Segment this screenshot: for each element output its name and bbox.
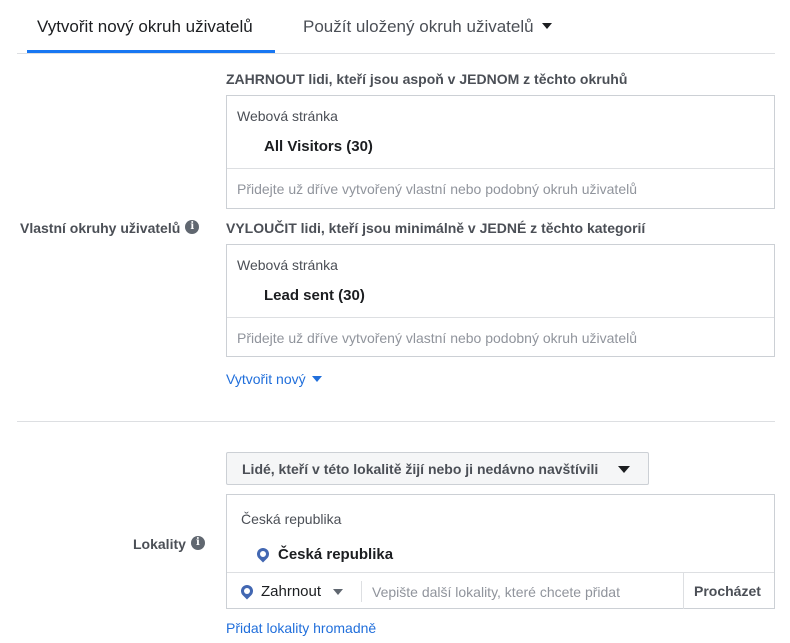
exclude-audience-input[interactable]: Přidejte už dříve vytvořený vlastní nebo… [237,330,637,346]
custom-audiences-label-text: Vlastní okruhy uživatelů [20,220,181,236]
browse-button[interactable]: Procházet [683,573,761,609]
location-input-row: Zahrnout Vepište další lokality, které c… [227,572,774,609]
bulk-add-locations-link[interactable]: Přidat lokality hromadně [226,620,376,636]
exclude-heading: VYLOUČIT lidi, kteří jsou minimálně v JE… [226,220,646,236]
exclude-group-label: Webová stránka [237,257,338,273]
include-heading: ZAHRNOUT lidi, kteří jsou aspoň v JEDNOM… [226,71,628,87]
custom-audiences-label: Vlastní okruhy uživatelů i [20,220,200,236]
create-new-button[interactable]: Vytvořit nový [226,371,322,387]
exclude-audience-item[interactable]: Lead sent (30) [264,287,365,304]
location-pin-icon [238,582,256,600]
include-group-label: Webová stránka [237,108,338,124]
selected-location[interactable]: Česká republika [254,545,394,563]
locations-label: Lokality i [133,536,205,552]
caret-down-icon [311,376,322,383]
info-icon[interactable]: i [190,536,205,551]
selected-location-label: Česká republika [278,546,394,563]
include-mode-dropdown[interactable]: Zahrnout [238,582,344,600]
box-divider [227,168,774,169]
location-filter-label: Lidé, kteří v této lokalitě žijí nebo ji… [242,461,599,477]
tabs-divider [17,53,775,54]
tab-create-new-audience[interactable]: Vytvořit nový okruh uživatelů [37,17,253,37]
caret-down-icon [541,22,552,29]
location-group-label: Česká republika [241,511,342,527]
caret-down-icon [333,589,344,596]
tab-use-saved-audience[interactable]: Použít uložený okruh uživatelů [303,17,552,37]
tab-use-saved-audience-label: Použít uložený okruh uživatelů [303,17,534,36]
locations-label-text: Lokality [133,536,186,552]
box-divider [227,317,774,318]
location-pin-icon [254,545,272,563]
exclude-audience-box: Webová stránka Lead sent (30) Přidejte u… [226,244,775,357]
locations-box: Česká republika Česká republika Zahrnout… [226,494,775,609]
location-filter-dropdown[interactable]: Lidé, kteří v této lokalitě žijí nebo ji… [226,452,649,485]
include-mode-label: Zahrnout [261,583,322,600]
info-icon[interactable]: i [185,220,200,235]
audience-tabs: Vytvořit nový okruh uživatelů Použít ulo… [0,0,790,55]
divider [361,581,362,602]
create-new-label: Vytvořit nový [226,371,306,387]
location-search-input[interactable]: Vepište další lokality, které chcete při… [372,584,620,600]
include-audience-box: Webová stránka All Visitors (30) Přidejt… [226,95,775,209]
include-audience-input[interactable]: Přidejte už dříve vytvořený vlastní nebo… [237,181,637,197]
include-audience-item[interactable]: All Visitors (30) [264,138,373,155]
section-divider [17,421,775,422]
caret-down-icon [618,466,630,473]
